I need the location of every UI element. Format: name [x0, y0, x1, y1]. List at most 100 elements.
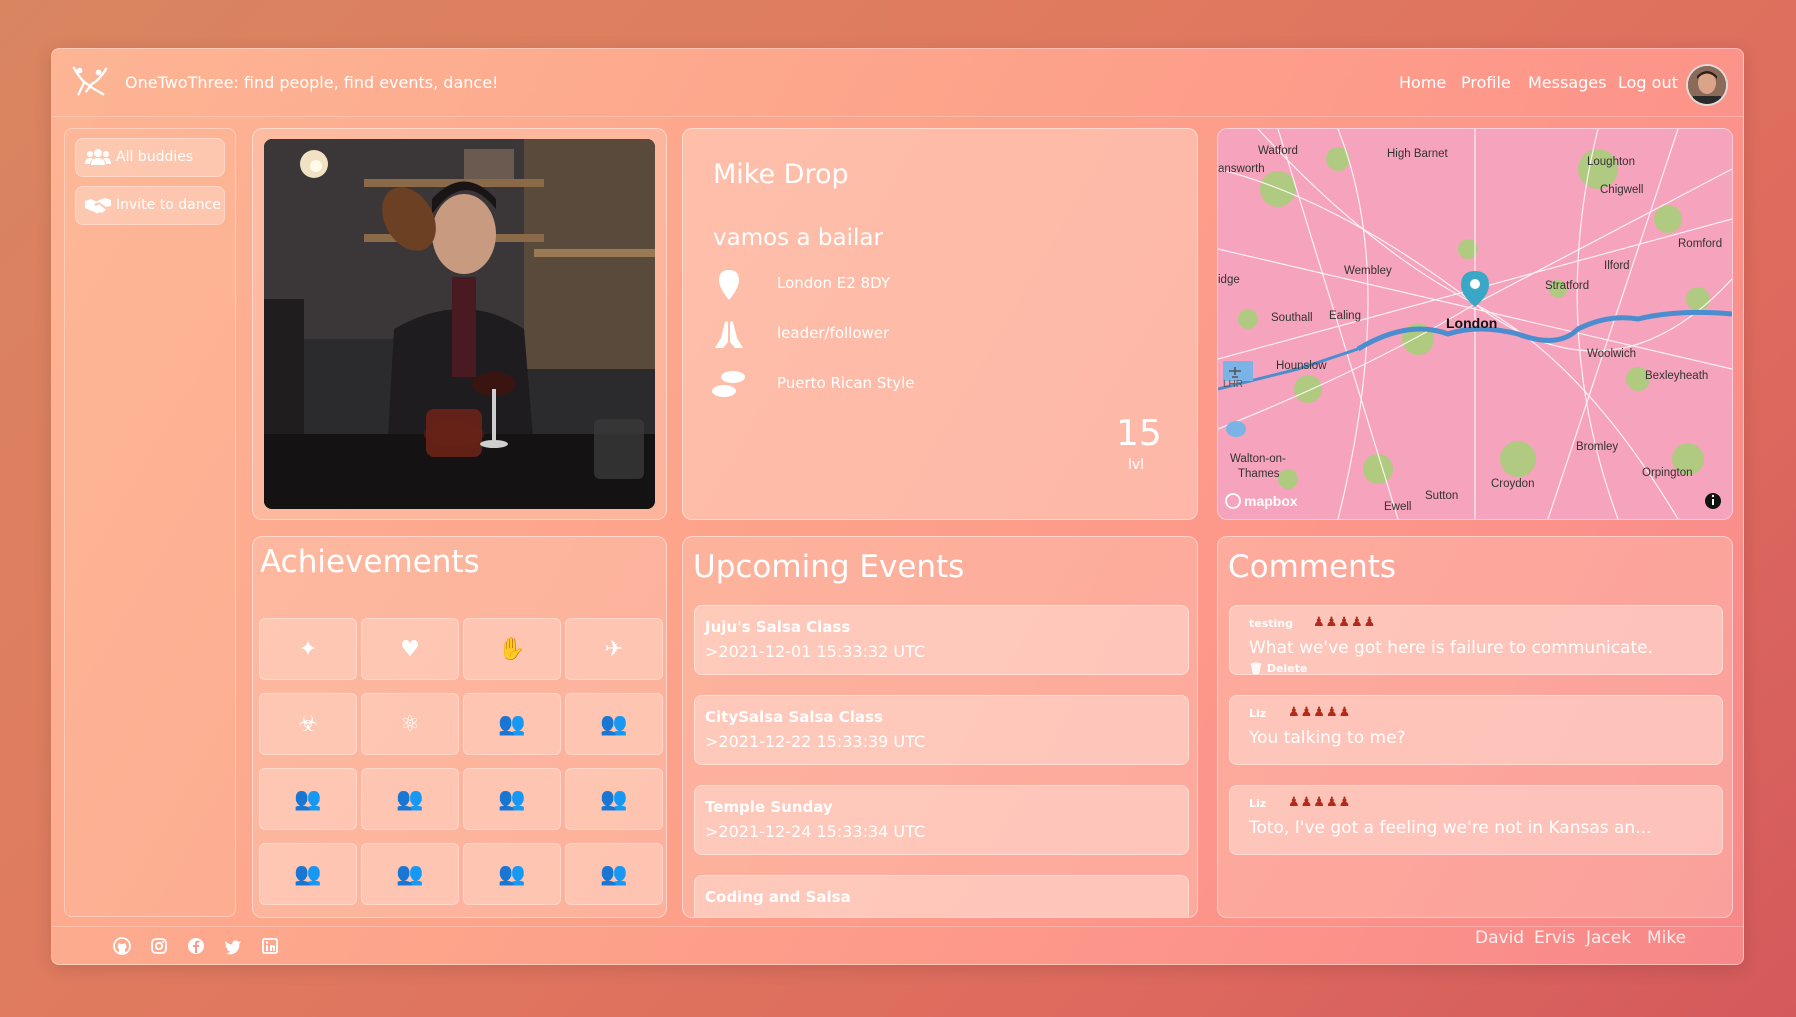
map-label-hounslow: Hounslow: [1276, 360, 1327, 372]
map-label-stratford: Stratford: [1545, 280, 1589, 292]
event-date: >2021-12-01 15:33:32 UTC: [705, 642, 926, 661]
achievement-badge[interactable]: 👥: [565, 693, 663, 755]
profile-name: Mike Drop: [713, 159, 849, 190]
event-item[interactable]: Temple Sunday >2021-12-24 15:33:34 UTC: [694, 785, 1189, 855]
achievement-badge[interactable]: ⚛: [361, 693, 459, 755]
map-label-sutton: Sutton: [1425, 490, 1458, 502]
all-buddies-button[interactable]: All buddies: [75, 138, 225, 177]
invite-to-dance-label: Invite to dance: [116, 197, 221, 213]
level-label: lvl: [1128, 457, 1145, 473]
achievement-badge[interactable]: ♥: [361, 618, 459, 680]
event-item[interactable]: CitySalsa Salsa Class >2021-12-22 15:33:…: [694, 695, 1189, 765]
nav-logout[interactable]: Log out: [1618, 73, 1678, 92]
achievement-badge[interactable]: ✈: [565, 618, 663, 680]
achievement-badge[interactable]: ☣: [259, 693, 357, 755]
trash-icon: 🗑: [1249, 662, 1263, 675]
map-label-answorth: answorth: [1218, 163, 1265, 175]
map-label-bromley: Bromley: [1576, 441, 1618, 453]
nav-home[interactable]: Home: [1399, 73, 1446, 92]
map-label-ilford: Ilford: [1604, 260, 1630, 272]
dancers-logo-icon[interactable]: [71, 64, 109, 98]
users-icon: 👥: [294, 786, 322, 812]
dancer-rating-icon: ♟♟♟♟♟: [1288, 705, 1352, 720]
footer-dev-ervis[interactable]: Ervis: [1534, 928, 1575, 948]
app-title[interactable]: OneTwoThree: find people, find events, d…: [125, 73, 498, 92]
event-date: >2021-12-22 15:33:39 UTC: [705, 732, 926, 751]
map-label-chigwell: Chigwell: [1600, 184, 1643, 196]
achievement-badge[interactable]: ✋: [463, 618, 561, 680]
map-label-thames: Thames: [1238, 468, 1280, 480]
events-title: Upcoming Events: [693, 549, 965, 585]
users-icon: [85, 149, 111, 165]
users-icon: 👥: [498, 861, 526, 887]
location-map[interactable]: Watford High Barnet Loughton Chigwell an…: [1217, 128, 1733, 520]
app-window: OneTwoThree: find people, find events, d…: [51, 48, 1744, 965]
map-label-southall: Southall: [1271, 312, 1313, 324]
user-avatar[interactable]: [1686, 64, 1728, 106]
level-number: 15: [1116, 413, 1162, 454]
users-icon: 👥: [600, 861, 628, 887]
achievement-badge[interactable]: 👥: [259, 768, 357, 830]
map-label-orpington: Orpington: [1642, 467, 1693, 479]
delete-comment-button[interactable]: 🗑 Delete: [1249, 662, 1307, 675]
all-buddies-label: All buddies: [116, 149, 194, 165]
footer-dev-mike[interactable]: Mike: [1647, 928, 1686, 948]
map-label-high-barnet: High Barnet: [1387, 148, 1449, 160]
nav-messages[interactable]: Messages: [1528, 73, 1606, 92]
invite-to-dance-button[interactable]: Invite to dance: [75, 186, 225, 225]
event-title: Coding and Salsa: [705, 888, 851, 906]
bug-icon: ✦: [298, 636, 318, 662]
map-pin-icon: [719, 270, 739, 300]
map-label-lhr: LHR: [1223, 379, 1243, 390]
linkedin-icon[interactable]: [260, 936, 280, 956]
event-title: Temple Sunday: [705, 798, 833, 816]
dancer-rating-icon: ♟♟♟♟♟: [1313, 615, 1377, 630]
hand-icon: ✋: [498, 636, 526, 662]
achievement-badge[interactable]: 👥: [361, 843, 459, 905]
footer-dev-jacek[interactable]: Jacek: [1586, 928, 1631, 948]
footer-divider: [52, 926, 1743, 927]
map-canvas[interactable]: Watford High Barnet Loughton Chigwell an…: [1218, 129, 1732, 519]
event-item[interactable]: Juju's Salsa Class >2021-12-01 15:33:32 …: [694, 605, 1189, 675]
instagram-icon[interactable]: [149, 936, 169, 956]
top-navbar: OneTwoThree: find people, find events, d…: [52, 49, 1743, 117]
heartbeat-icon: ♥: [400, 636, 420, 662]
plane-icon: ✈: [604, 636, 624, 662]
handshake-icon: [85, 198, 111, 214]
map-label-croydon: Croydon: [1491, 478, 1534, 490]
achievement-badge[interactable]: 👥: [463, 843, 561, 905]
event-title: Juju's Salsa Class: [705, 618, 851, 636]
profile-style: Puerto Rican Style: [777, 374, 915, 392]
achievement-badge[interactable]: 👥: [361, 768, 459, 830]
info-icon[interactable]: [1705, 493, 1721, 509]
achievement-badge[interactable]: 👥: [565, 768, 663, 830]
map-label-wembley: Wembley: [1344, 265, 1392, 277]
mapbox-attribution[interactable]: mapbox: [1244, 493, 1298, 509]
facebook-icon[interactable]: [186, 936, 206, 956]
users-icon: 👥: [498, 711, 526, 737]
profile-role: leader/follower: [777, 324, 890, 342]
achievement-badge[interactable]: ✦: [259, 618, 357, 680]
map-label-loughton: Loughton: [1587, 156, 1635, 168]
profile-info-card: Mike Drop vamos a bailar London E2 8DY l…: [682, 128, 1198, 520]
footer-dev-david[interactable]: David: [1475, 928, 1524, 948]
users-icon: 👥: [498, 786, 526, 812]
delete-label: Delete: [1266, 662, 1308, 675]
achievement-badge[interactable]: 👥: [259, 843, 357, 905]
comment-item: Liz ♟♟♟♟♟ You talking to me?: [1229, 695, 1723, 765]
comment-user[interactable]: Liz: [1249, 707, 1266, 720]
users-icon: 👥: [396, 861, 424, 887]
achievement-badge[interactable]: 👥: [463, 768, 561, 830]
comment-text: What we've got here is failure to commun…: [1249, 638, 1653, 658]
github-icon[interactable]: [112, 936, 132, 956]
map-label-watford: Watford: [1258, 145, 1298, 157]
achievement-badge[interactable]: 👥: [565, 843, 663, 905]
twitter-icon[interactable]: [223, 936, 243, 956]
dancer-rating-icon: ♟♟♟♟♟: [1288, 795, 1352, 810]
event-item[interactable]: Coding and Salsa: [694, 875, 1189, 917]
nav-profile[interactable]: Profile: [1461, 73, 1511, 92]
comment-user[interactable]: testing: [1249, 617, 1293, 630]
sidebar: All buddies Invite to dance: [64, 128, 236, 917]
achievement-badge[interactable]: 👥: [463, 693, 561, 755]
comment-user[interactable]: Liz: [1249, 797, 1266, 810]
